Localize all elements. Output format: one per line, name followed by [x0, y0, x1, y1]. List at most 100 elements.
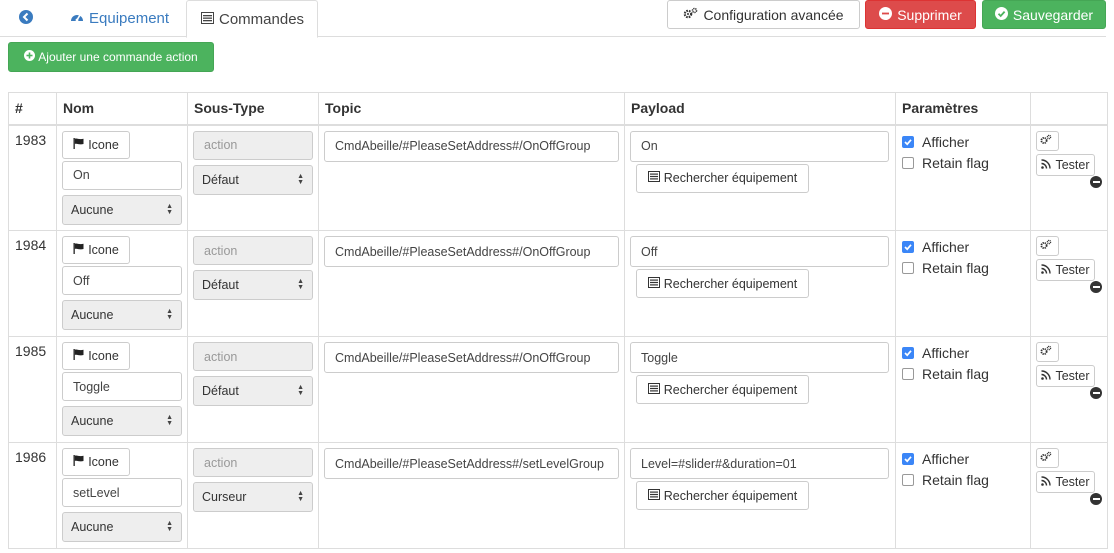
payload-input[interactable]: Off [630, 236, 889, 267]
subtype-type-field: action [193, 130, 313, 160]
test-button[interactable]: Tester [1036, 153, 1095, 176]
advanced-config-command-button[interactable] [1036, 448, 1059, 468]
search-equipment-button[interactable]: Rechercher équipement [636, 481, 809, 510]
test-button[interactable]: Tester [1036, 259, 1095, 281]
list-alt-icon [647, 276, 664, 291]
add-action-command-button[interactable]: Ajouter une commande action [8, 42, 214, 72]
checkbox-unchecked-icon [902, 368, 914, 380]
afficher-checkbox[interactable]: Afficher [902, 134, 969, 150]
afficher-checkbox[interactable]: Afficher [902, 451, 969, 467]
retain-flag-label: Retain flag [922, 260, 989, 276]
flag-icon [73, 243, 88, 257]
afficher-checkbox[interactable]: Afficher [902, 239, 969, 255]
flag-icon [73, 455, 88, 469]
delete-button[interactable]: Supprimer [865, 0, 976, 29]
unit-select[interactable]: Aucune ▲ ▼ [62, 300, 182, 330]
unit-select[interactable]: Aucune ▲ ▼ [62, 406, 182, 436]
choose-icon-label: Icone [88, 455, 119, 469]
list-alt-icon [647, 488, 664, 503]
advanced-config-command-button[interactable] [1036, 342, 1059, 362]
topic-input[interactable]: CmdAbeille/#PleaseSetAddress#/OnOffGroup [324, 342, 619, 373]
minus-circle-icon [1090, 493, 1102, 505]
tab-commandes[interactable]: Commandes [186, 0, 318, 38]
choose-icon-button[interactable]: Icone [62, 236, 130, 264]
table-header-row: # Nom Sous-Type Topic Payload Paramètres [8, 92, 1108, 126]
table-row: 1985 Icone Toggle Aucune ▲ ▼ action Défa… [8, 336, 1108, 443]
topic-input[interactable]: CmdAbeille/#PleaseSetAddress#/setLevelGr… [324, 448, 619, 479]
payload-input[interactable]: On [630, 130, 889, 162]
test-button-label: Tester [1055, 369, 1090, 383]
checkbox-checked-icon [902, 347, 914, 359]
advanced-config-label: Configuration avancée [703, 6, 844, 23]
column-header-subtype: Sous-Type [187, 92, 319, 126]
checkbox-unchecked-icon [902, 262, 914, 274]
save-button[interactable]: Sauvegarder [982, 0, 1106, 29]
payload-input[interactable]: Toggle [630, 342, 889, 373]
tab-commandes-label: Commandes [219, 10, 305, 28]
retain-flag-checkbox[interactable]: Retain flag [902, 155, 989, 171]
checkbox-checked-icon [902, 453, 914, 465]
rss-icon [1041, 369, 1055, 383]
rss-icon [1041, 475, 1055, 489]
choose-icon-button[interactable]: Icone [62, 130, 130, 159]
tab-equipement[interactable]: Equipement [58, 0, 181, 37]
select-arrows-icon: ▲ ▼ [166, 520, 173, 533]
unit-select[interactable]: Aucune ▲ ▼ [62, 512, 182, 542]
choose-icon-button[interactable]: Icone [62, 448, 130, 476]
list-alt-icon [647, 382, 664, 397]
subtype-select[interactable]: Défaut ▲ ▼ [193, 376, 313, 406]
test-button[interactable]: Tester [1036, 471, 1095, 493]
afficher-label: Afficher [922, 133, 970, 150]
retain-flag-label: Retain flag [922, 472, 989, 488]
column-header-id: # [8, 92, 57, 126]
unit-select[interactable]: Aucune ▲ ▼ [62, 194, 182, 225]
select-arrows-icon: ▲ ▼ [166, 414, 173, 427]
subtype-select[interactable]: Défaut ▲ ▼ [193, 270, 313, 300]
command-name-input[interactable]: Off [62, 266, 182, 295]
test-button[interactable]: Tester [1036, 365, 1095, 387]
column-header-actions [1030, 92, 1108, 126]
remove-command-icon[interactable] [1090, 281, 1102, 293]
cogs-icon [1040, 451, 1056, 465]
advanced-config-command-button[interactable] [1036, 130, 1059, 151]
select-arrows-icon: ▲ ▼ [297, 384, 304, 397]
tab-equipement-label: Equipement [89, 10, 170, 27]
topic-input[interactable]: CmdAbeille/#PleaseSetAddress#/OnOffGroup [324, 130, 619, 162]
minus-circle-icon [1090, 281, 1102, 293]
table-row: 1984 Icone Off Aucune ▲ ▼ action Défaut … [8, 230, 1108, 337]
subtype-select[interactable]: Défaut ▲ ▼ [193, 164, 313, 195]
remove-command-icon[interactable] [1090, 175, 1102, 188]
choose-icon-label: Icone [88, 137, 119, 152]
back-tab[interactable] [8, 0, 48, 37]
payload-input[interactable]: Level=#slider#&duration=01 [630, 448, 889, 479]
retain-flag-checkbox[interactable]: Retain flag [902, 260, 989, 276]
command-id: 1986 [8, 442, 57, 549]
afficher-checkbox[interactable]: Afficher [902, 345, 969, 361]
list-alt-icon [201, 11, 219, 28]
remove-command-icon[interactable] [1090, 493, 1102, 505]
command-name-input[interactable]: Toggle [62, 372, 182, 401]
retain-flag-checkbox[interactable]: Retain flag [902, 472, 989, 488]
command-name-input[interactable]: On [62, 160, 182, 190]
commands-table: # Nom Sous-Type Topic Payload Paramètres… [8, 92, 1108, 549]
choose-icon-button[interactable]: Icone [62, 342, 130, 370]
command-name-input[interactable]: setLevel [62, 478, 182, 507]
subtype-select[interactable]: Curseur ▲ ▼ [193, 482, 313, 512]
search-equipment-button[interactable]: Rechercher équipement [636, 375, 809, 404]
remove-command-icon[interactable] [1090, 387, 1102, 399]
dashboard-icon [70, 10, 89, 28]
advanced-config-command-button[interactable] [1036, 236, 1059, 256]
unit-select-value: Aucune [71, 308, 114, 322]
afficher-label: Afficher [922, 239, 970, 255]
select-arrows-icon: ▲ ▼ [297, 490, 304, 503]
cogs-icon [683, 7, 703, 23]
column-header-payload: Payload [624, 92, 896, 126]
advanced-config-button[interactable]: Configuration avancée [667, 0, 860, 29]
search-equipment-button[interactable]: Rechercher équipement [636, 163, 809, 193]
command-id: 1983 [8, 124, 57, 231]
search-equipment-button[interactable]: Rechercher équipement [636, 269, 809, 298]
topic-input[interactable]: CmdAbeille/#PleaseSetAddress#/OnOffGroup [324, 236, 619, 267]
subtype-select-value: Défaut [202, 384, 239, 398]
retain-flag-checkbox[interactable]: Retain flag [902, 366, 989, 382]
cogs-icon [1040, 134, 1056, 148]
